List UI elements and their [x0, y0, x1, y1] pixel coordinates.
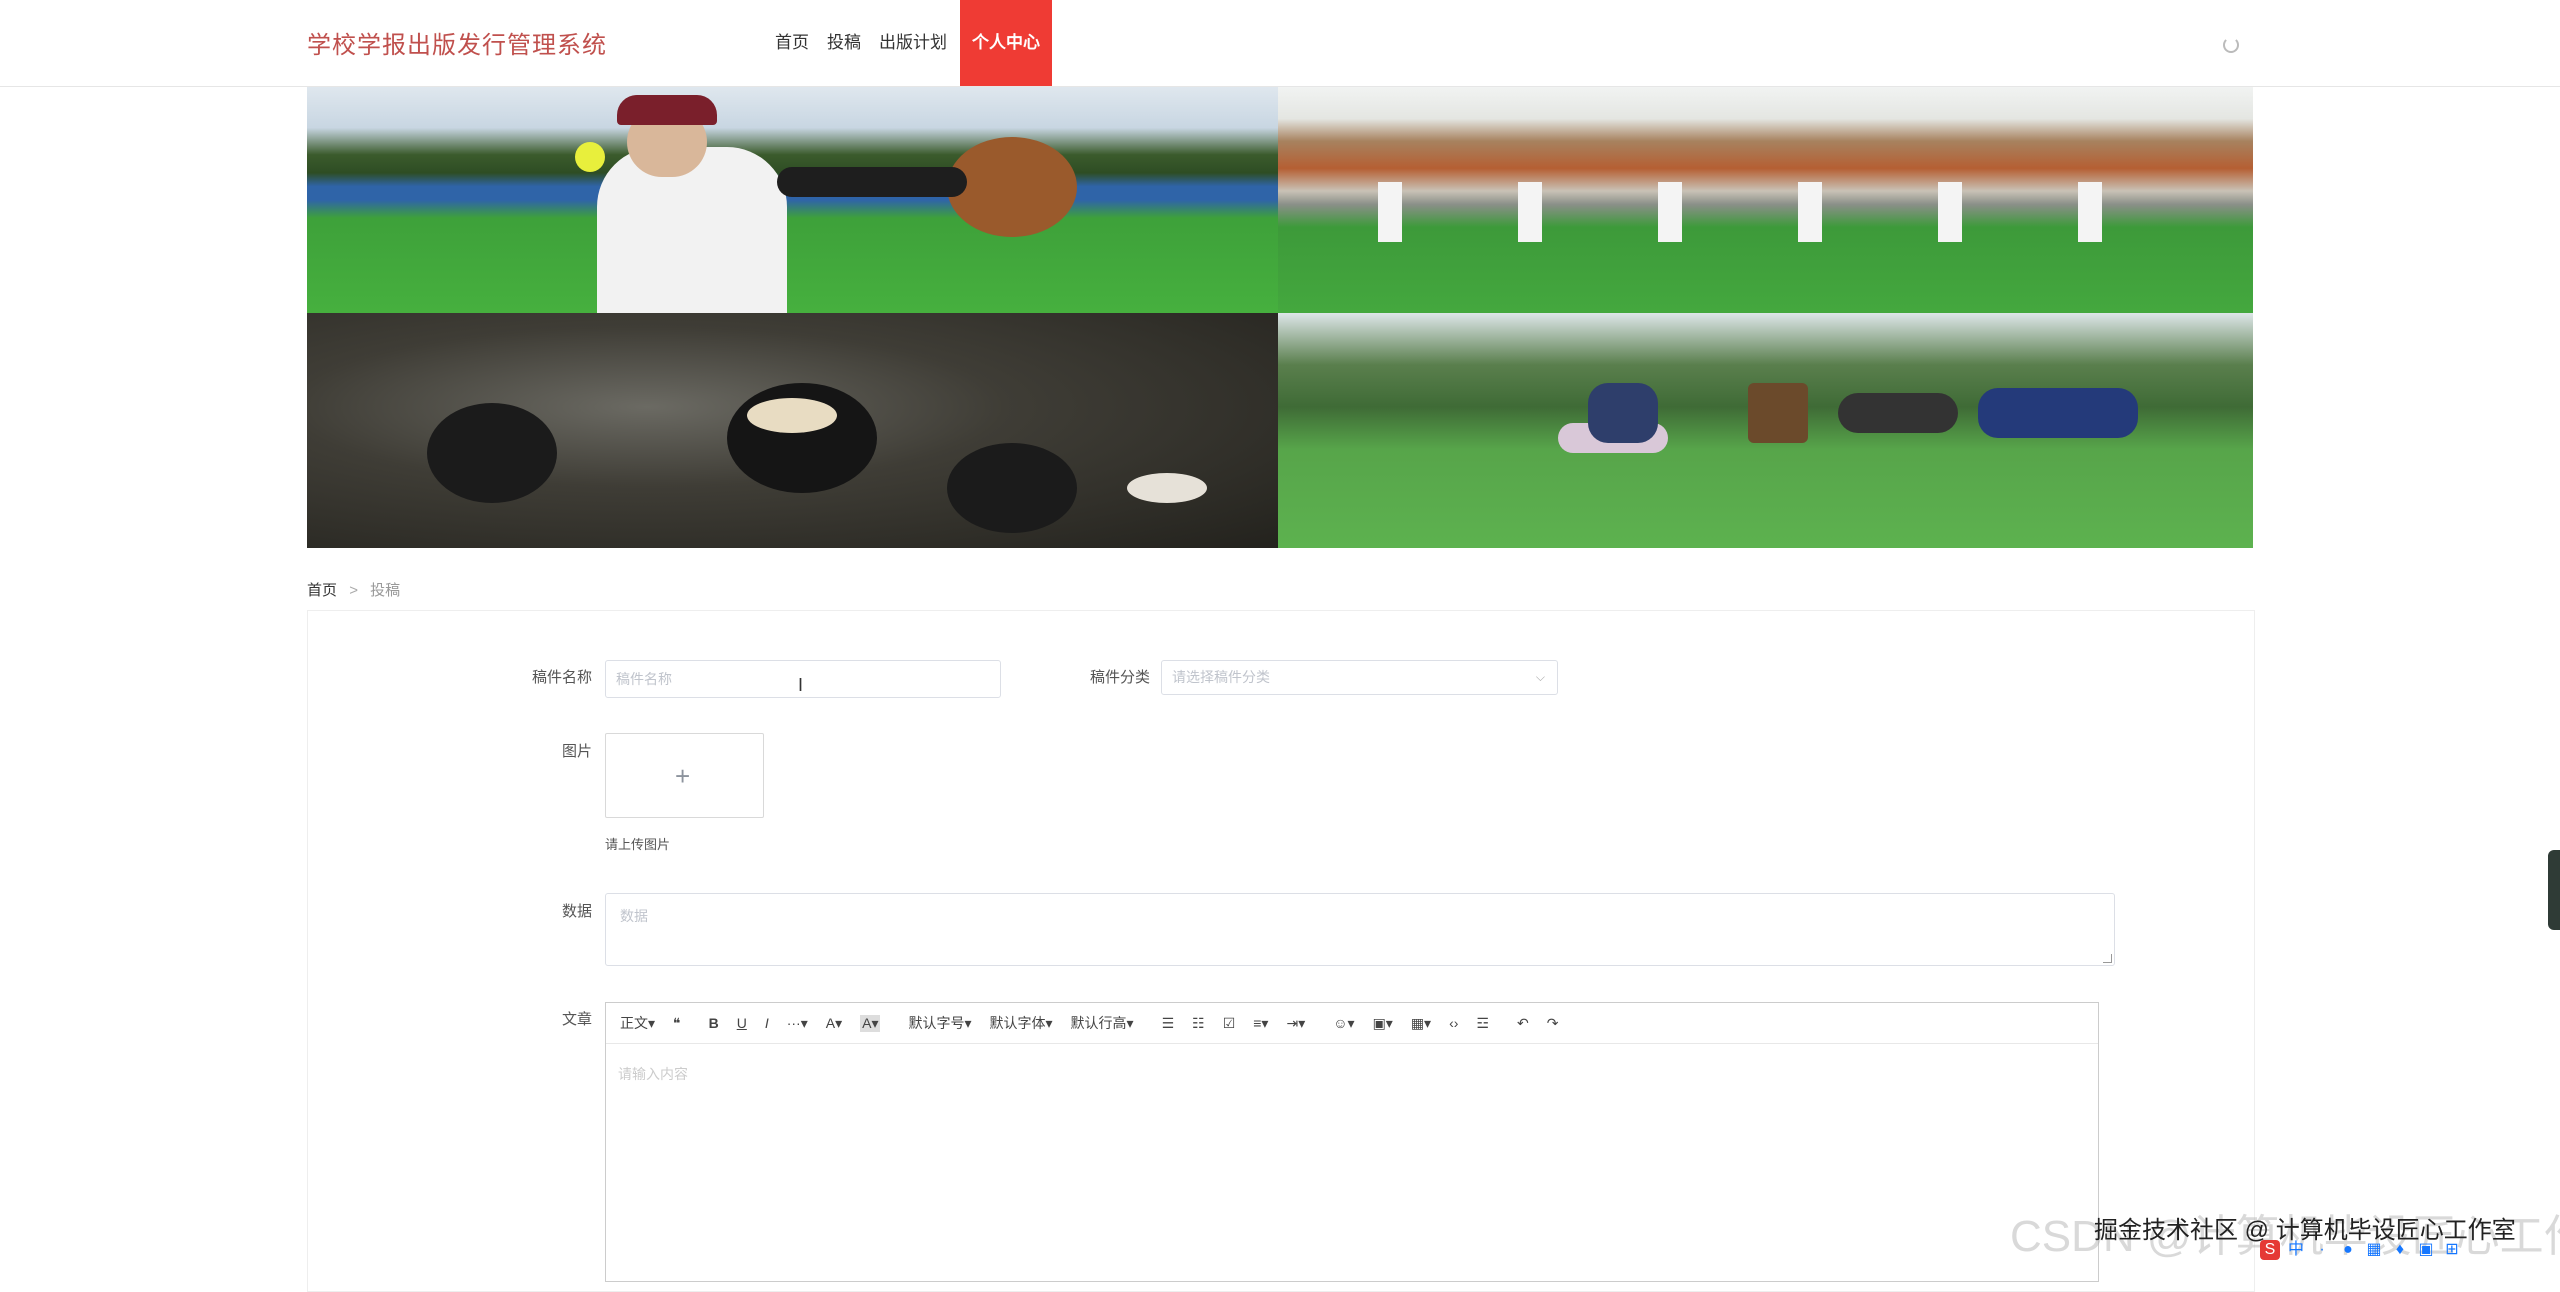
font-family-dropdown[interactable]: 默认字体▾	[990, 1013, 1053, 1033]
italic-icon[interactable]: I	[765, 1015, 769, 1031]
breadcrumb-current: 投稿	[370, 582, 401, 599]
code-icon[interactable]: ‹›	[1449, 1015, 1458, 1031]
banner-photo-music-on-lawn	[1278, 313, 2253, 548]
image-upload-button[interactable]: +	[605, 733, 764, 818]
microphone-icon[interactable]: ●	[2338, 1240, 2358, 1260]
undo-icon[interactable]: ↶	[1517, 1015, 1529, 1032]
manuscript-name-placeholder: 稿件名称	[616, 671, 672, 687]
nav-submit[interactable]: 投稿	[818, 0, 870, 86]
chevron-down-icon: ⌵	[1535, 670, 1545, 684]
editor-content-area[interactable]: 请输入内容	[606, 1044, 2098, 1104]
divider-icon[interactable]: ☲	[1476, 1015, 1489, 1032]
banner-photo-drum-circle	[307, 313, 1278, 548]
skin-icon[interactable]: ♦	[2390, 1240, 2410, 1260]
editor-placeholder: 请输入内容	[618, 1066, 688, 1082]
top-navbar: 学校学报出版发行管理系统 首页 投稿 出版计划 个人中心	[0, 0, 2560, 87]
loading-spinner-icon	[2223, 37, 2239, 53]
text-cursor-icon: I	[798, 675, 804, 695]
manuscript-name-input[interactable]: 稿件名称 I	[605, 660, 1001, 698]
manuscript-category-placeholder: 请选择稿件分类	[1172, 669, 1270, 685]
manuscript-category-label: 稿件分类	[1089, 669, 1150, 686]
bulleted-list-icon[interactable]: ☰	[1162, 1015, 1175, 1032]
line-height-dropdown[interactable]: 默认行高▾	[1071, 1013, 1134, 1033]
rich-text-editor: 正文▾ ❝ B U I ···▾ A▾ A▾ 默认字号▾ 默认字体▾ 默认行高▾…	[605, 1002, 2099, 1282]
nav-publish-plan[interactable]: 出版计划	[870, 0, 956, 86]
underline-icon[interactable]: U	[737, 1015, 747, 1031]
resize-handle-icon[interactable]	[2103, 954, 2112, 963]
article-label: 文章	[561, 1011, 592, 1028]
background-color-icon[interactable]: A▾	[860, 1014, 881, 1032]
apps-grid-icon[interactable]: ⊞	[2442, 1240, 2462, 1260]
breadcrumb-separator: >	[349, 582, 358, 599]
plus-icon: +	[675, 761, 691, 791]
breadcrumb-home[interactable]: 首页	[307, 582, 337, 599]
image-upload-hint: 请上传图片	[605, 837, 671, 852]
system-tray: S 中 · ● ▦ ♦ ▣ ⊞	[2260, 1240, 2462, 1260]
main-nav: 首页 投稿 出版计划 个人中心	[766, 0, 1052, 86]
numbered-list-icon[interactable]: ☷	[1192, 1015, 1205, 1032]
todo-list-icon[interactable]: ☑	[1223, 1015, 1236, 1032]
emoji-icon[interactable]: ☺▾	[1333, 1015, 1354, 1032]
redo-icon[interactable]: ↷	[1547, 1015, 1559, 1032]
data-placeholder: 数据	[620, 908, 648, 924]
paragraph-style-dropdown[interactable]: 正文▾	[620, 1013, 655, 1033]
banner-carousel[interactable]	[307, 87, 2253, 548]
nav-home[interactable]: 首页	[766, 0, 818, 86]
data-textarea[interactable]: 数据	[605, 893, 2115, 966]
manuscript-name-label: 稿件名称	[531, 669, 592, 686]
indent-dropdown-icon[interactable]: ⇥▾	[1286, 1015, 1305, 1032]
more-format-dropdown[interactable]: ···▾	[787, 1015, 808, 1032]
image-insert-icon[interactable]: ▣▾	[1373, 1015, 1393, 1032]
data-label: 数据	[561, 903, 592, 920]
bold-icon[interactable]: B	[709, 1015, 719, 1031]
toolbox-icon[interactable]: ▣	[2416, 1240, 2436, 1260]
banner-photo-team-field	[1278, 87, 2253, 313]
editor-toolbar: 正文▾ ❝ B U I ···▾ A▾ A▾ 默认字号▾ 默认字体▾ 默认行高▾…	[606, 1003, 2098, 1044]
banner-photo-softball-pitcher	[307, 87, 1278, 313]
breadcrumb: 首页 > 投稿	[307, 579, 400, 600]
table-insert-icon[interactable]: ▦▾	[1411, 1015, 1431, 1032]
font-size-dropdown[interactable]: 默认字号▾	[908, 1013, 971, 1033]
sogou-ime-icon[interactable]: S	[2260, 1240, 2280, 1260]
nav-personal-center[interactable]: 个人中心	[960, 0, 1052, 86]
punctuation-icon[interactable]: ·	[2312, 1240, 2332, 1260]
font-color-icon[interactable]: A▾	[826, 1015, 842, 1032]
align-dropdown-icon[interactable]: ≡▾	[1253, 1015, 1268, 1032]
ime-chinese-icon[interactable]: 中	[2286, 1240, 2306, 1260]
manuscript-category-select[interactable]: 请选择稿件分类 ⌵	[1161, 660, 1558, 695]
keyboard-icon[interactable]: ▦	[2364, 1240, 2384, 1260]
image-label: 图片	[561, 743, 592, 760]
site-title[interactable]: 学校学报出版发行管理系统	[307, 25, 607, 60]
side-panel-tab[interactable]	[2548, 850, 2560, 930]
blockquote-icon[interactable]: ❝	[673, 1015, 681, 1032]
